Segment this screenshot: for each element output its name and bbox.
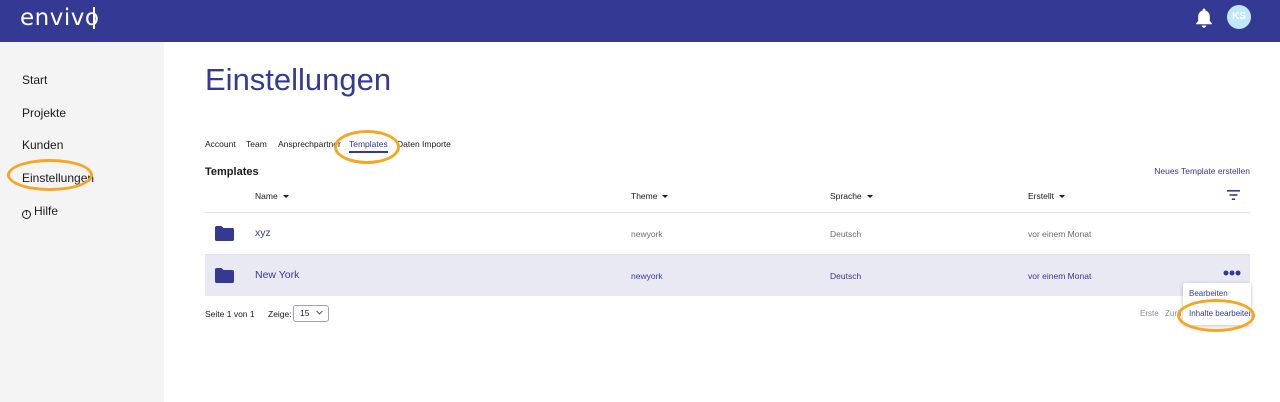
sidebar-item-label: Hilfe bbox=[34, 204, 59, 218]
pagination-first[interactable]: Erste bbox=[1140, 309, 1159, 318]
sort-caret-icon bbox=[662, 195, 669, 198]
sort-caret-icon bbox=[866, 195, 873, 198]
top-bar: envivo KS bbox=[0, 0, 1280, 42]
template-name[interactable]: xyz bbox=[255, 227, 271, 239]
column-header-name[interactable]: Name bbox=[255, 191, 289, 201]
template-theme: newyork bbox=[631, 271, 663, 281]
sidebar-item-projekte[interactable]: Projekte bbox=[22, 106, 66, 120]
highlight-ring-sidebar bbox=[7, 159, 93, 191]
column-header-erstellt[interactable]: Erstellt bbox=[1028, 191, 1065, 201]
tab-account[interactable]: Account bbox=[205, 139, 236, 149]
template-name[interactable]: New York bbox=[255, 269, 299, 281]
sidebar-item-hilfe[interactable]: ! Hilfe bbox=[22, 204, 58, 219]
template-language: Deutsch bbox=[830, 271, 862, 281]
template-language: Deutsch bbox=[830, 229, 862, 239]
page-size-value: 15 bbox=[300, 308, 310, 318]
template-theme: newyork bbox=[631, 229, 663, 239]
menu-item-bearbeiten[interactable]: Bearbeiten bbox=[1189, 289, 1228, 298]
more-options-icon[interactable] bbox=[1222, 269, 1242, 277]
page-size-select[interactable]: 15 bbox=[293, 305, 329, 322]
highlight-ring-tab bbox=[334, 130, 400, 164]
user-avatar[interactable]: KS bbox=[1227, 5, 1251, 29]
new-template-link[interactable]: Neues Template erstellen bbox=[1154, 166, 1250, 176]
column-header-theme[interactable]: Theme bbox=[631, 191, 669, 201]
page-title: Einstellungen bbox=[205, 62, 392, 97]
sidebar-item-kunden[interactable]: Kunden bbox=[22, 138, 63, 152]
sidebar-item-start[interactable]: Start bbox=[22, 73, 47, 87]
template-created: vor einem Monat bbox=[1028, 229, 1092, 239]
highlight-ring-menu bbox=[1177, 299, 1255, 332]
sort-caret-icon bbox=[282, 195, 289, 198]
notification-bell-icon[interactable] bbox=[1194, 7, 1214, 29]
column-header-sprache[interactable]: Sprache bbox=[830, 191, 873, 201]
chevron-down-icon bbox=[316, 310, 323, 315]
sort-caret-icon bbox=[1058, 195, 1065, 198]
app-logo[interactable]: envivo bbox=[20, 5, 99, 31]
filter-icon[interactable] bbox=[1227, 189, 1240, 201]
table-row[interactable]: xyz newyork Deutsch vor einem Monat bbox=[205, 213, 1250, 254]
section-title: Templates bbox=[205, 166, 259, 178]
page-info: Seite 1 von 1 bbox=[205, 309, 255, 319]
folder-icon bbox=[215, 268, 234, 283]
table-row[interactable]: New York newyork Deutsch vor einem Monat bbox=[205, 255, 1250, 296]
folder-icon bbox=[215, 226, 234, 241]
page-size-label: Zeige: bbox=[268, 309, 292, 319]
tab-ansprechpartner[interactable]: Ansprechpartner bbox=[278, 139, 341, 149]
help-circle-icon: ! bbox=[22, 210, 31, 219]
sidebar bbox=[0, 42, 164, 402]
tab-daten-importe[interactable]: Daten Importe bbox=[397, 139, 451, 149]
logo-divider bbox=[93, 7, 95, 29]
template-created: vor einem Monat bbox=[1028, 271, 1092, 281]
tab-team[interactable]: Team bbox=[246, 139, 267, 149]
